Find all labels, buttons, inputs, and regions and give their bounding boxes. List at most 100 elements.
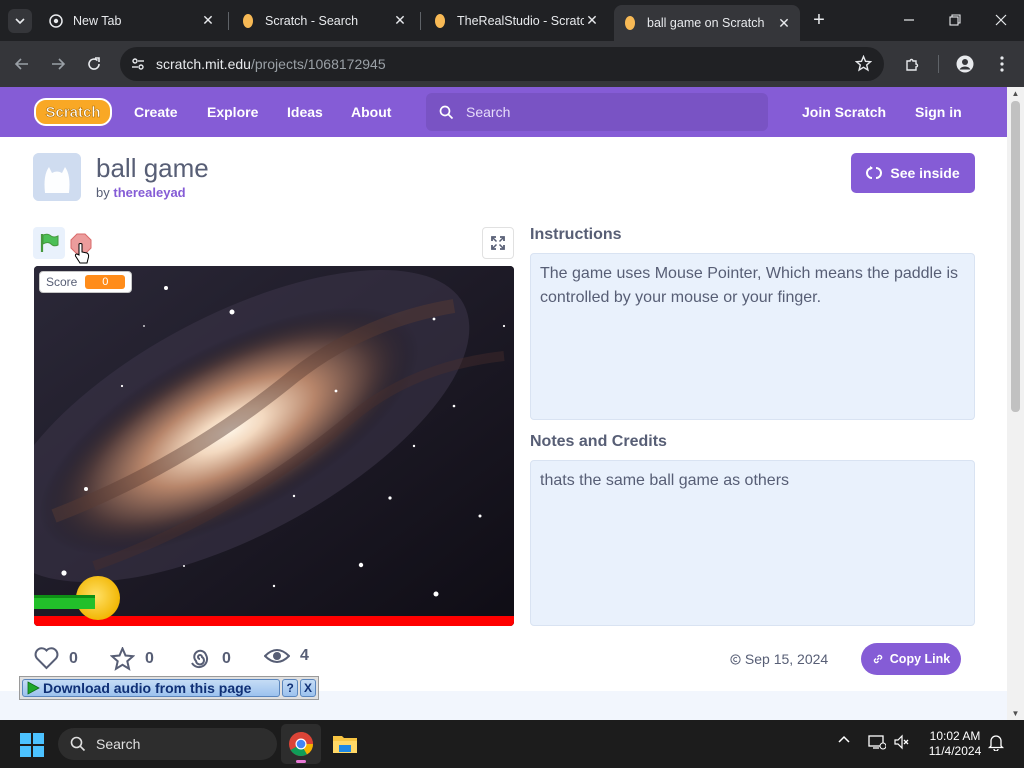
windows-logo-icon: [20, 733, 44, 757]
taskbar-search[interactable]: Search: [58, 728, 277, 760]
galaxy-backdrop: [34, 266, 514, 626]
green-flag-button[interactable]: [33, 227, 65, 259]
download-help-button[interactable]: ?: [282, 679, 299, 697]
minimize-button[interactable]: [886, 6, 932, 34]
tray-overflow-chevron-icon[interactable]: [838, 734, 850, 749]
bookmark-star-icon[interactable]: [854, 54, 873, 76]
url-text: scratch.mit.edu/projects/1068172945: [156, 56, 386, 72]
instructions-heading: Instructions: [530, 226, 622, 243]
scratch-favicon-icon: [240, 13, 256, 29]
notification-bell-icon[interactable]: [987, 734, 1005, 754]
site-settings-icon[interactable]: [120, 56, 156, 72]
tab-ball-game[interactable]: ball game on Scratch ✕: [614, 5, 800, 41]
scratch-favicon-icon: [622, 15, 638, 31]
chrome-icon: [48, 13, 64, 29]
author-link[interactable]: therealeyad: [113, 185, 185, 200]
close-icon[interactable]: ✕: [776, 15, 792, 32]
by-label: by: [96, 185, 110, 200]
view-count: 4: [300, 647, 309, 664]
love-stat[interactable]: 0: [34, 647, 78, 670]
project-date: Sep 15, 2024: [730, 651, 828, 667]
remix-spiral-icon: [191, 649, 209, 669]
browser-toolbar: scratch.mit.edu/projects/1068172945: [0, 41, 1024, 87]
tab-new-tab[interactable]: New Tab ✕: [40, 6, 224, 35]
green-flag-icon: [40, 233, 59, 252]
instructions-text: The game uses Mouse Pointer, Which means…: [530, 253, 975, 420]
notes-text: thats the same ball game as others: [530, 460, 975, 626]
scrollbar-thumb[interactable]: [1011, 101, 1020, 412]
network-icon[interactable]: [868, 734, 887, 753]
tab-title: TheRealStudio - Scratch: [457, 13, 584, 28]
close-icon[interactable]: ✕: [200, 12, 216, 29]
see-inside-button[interactable]: See inside: [851, 153, 975, 193]
start-button[interactable]: [20, 733, 44, 757]
paddle-sprite: [34, 595, 95, 609]
volume-muted-icon[interactable]: [894, 734, 910, 753]
puzzle-icon: [905, 58, 918, 71]
clock-date: 11/4/2024: [928, 744, 982, 758]
tab-divider: [420, 12, 421, 30]
taskbar-clock[interactable]: 10:02 AM 11/4/2024: [916, 729, 994, 759]
more-vert-icon: [1000, 56, 1004, 72]
windows-taskbar: Search 10:02 AM 11/4/2024: [0, 720, 1024, 768]
favorite-count: 0: [145, 650, 154, 667]
tab-scratch-search[interactable]: Scratch - Search ✕: [232, 6, 416, 35]
arrow-left-icon: [14, 58, 28, 70]
tab-title: New Tab: [73, 13, 122, 28]
tab-therealstudio[interactable]: TheRealStudio - Scratch ✕: [424, 6, 608, 35]
taskbar-search-placeholder: Search: [96, 736, 141, 752]
avatar-icon: [956, 55, 974, 73]
back-button[interactable]: [8, 50, 36, 78]
copy-link-button[interactable]: Copy Link: [861, 643, 961, 675]
love-count: 0: [69, 649, 78, 667]
chevron-down-icon: [15, 18, 25, 25]
eye-icon: [264, 649, 290, 663]
nav-create[interactable]: Create: [134, 87, 178, 137]
search-icon: [70, 736, 86, 752]
author-avatar[interactable]: [33, 153, 81, 201]
close-icon[interactable]: ✕: [392, 12, 408, 29]
forward-button[interactable]: [44, 50, 72, 78]
browser-tab-bar: New Tab ✕ Scratch - Search ✕ TheRealStud…: [0, 0, 1024, 41]
favorite-stat[interactable]: 0: [110, 647, 154, 671]
tab-search-menu-button[interactable]: [8, 9, 32, 33]
score-monitor: Score 0: [39, 271, 133, 293]
tab-divider: [228, 12, 229, 30]
remix-arrows-icon: [866, 166, 883, 179]
running-indicator: [296, 760, 306, 763]
scroll-up-arrow-icon[interactable]: ▲: [1007, 89, 1024, 98]
taskbar-chrome[interactable]: [281, 724, 321, 764]
extensions-button[interactable]: [898, 50, 926, 78]
close-window-button[interactable]: [978, 6, 1024, 34]
scratch-logo[interactable]: Scratch: [34, 97, 112, 127]
heart-icon: [34, 647, 59, 670]
nav-ideas[interactable]: Ideas: [287, 87, 323, 137]
sign-in-link[interactable]: Sign in: [915, 87, 962, 137]
profile-button[interactable]: [951, 50, 979, 78]
scratch-search: [426, 93, 768, 131]
join-scratch-link[interactable]: Join Scratch: [802, 87, 886, 137]
restore-icon: [949, 14, 961, 26]
fullscreen-button[interactable]: [482, 227, 514, 259]
nav-about[interactable]: About: [351, 87, 391, 137]
star-icon: [110, 647, 135, 671]
browser-menu-button[interactable]: [988, 50, 1016, 78]
search-input[interactable]: [466, 104, 746, 120]
address-bar[interactable]: scratch.mit.edu/projects/1068172945: [120, 47, 884, 81]
scroll-down-arrow-icon[interactable]: ▼: [1007, 709, 1024, 718]
toolbar-divider: [938, 55, 939, 73]
page-scrollbar[interactable]: ▲ ▼: [1007, 87, 1024, 720]
project-stage[interactable]: Score 0: [34, 266, 514, 626]
download-close-button[interactable]: X: [300, 679, 317, 697]
new-tab-button[interactable]: +: [808, 9, 830, 31]
reload-icon: [88, 57, 100, 70]
taskbar-file-explorer[interactable]: [325, 724, 365, 764]
project-author-line: by therealeyad: [96, 185, 186, 200]
close-icon[interactable]: ✕: [584, 12, 600, 29]
scratch-logo-text: Scratch: [45, 104, 100, 121]
hand-cursor-icon: [74, 243, 90, 264]
reload-button[interactable]: [80, 50, 108, 78]
restore-button[interactable]: [932, 6, 978, 34]
download-audio-button[interactable]: Download audio from this page: [22, 679, 281, 697]
nav-explore[interactable]: Explore: [207, 87, 258, 137]
